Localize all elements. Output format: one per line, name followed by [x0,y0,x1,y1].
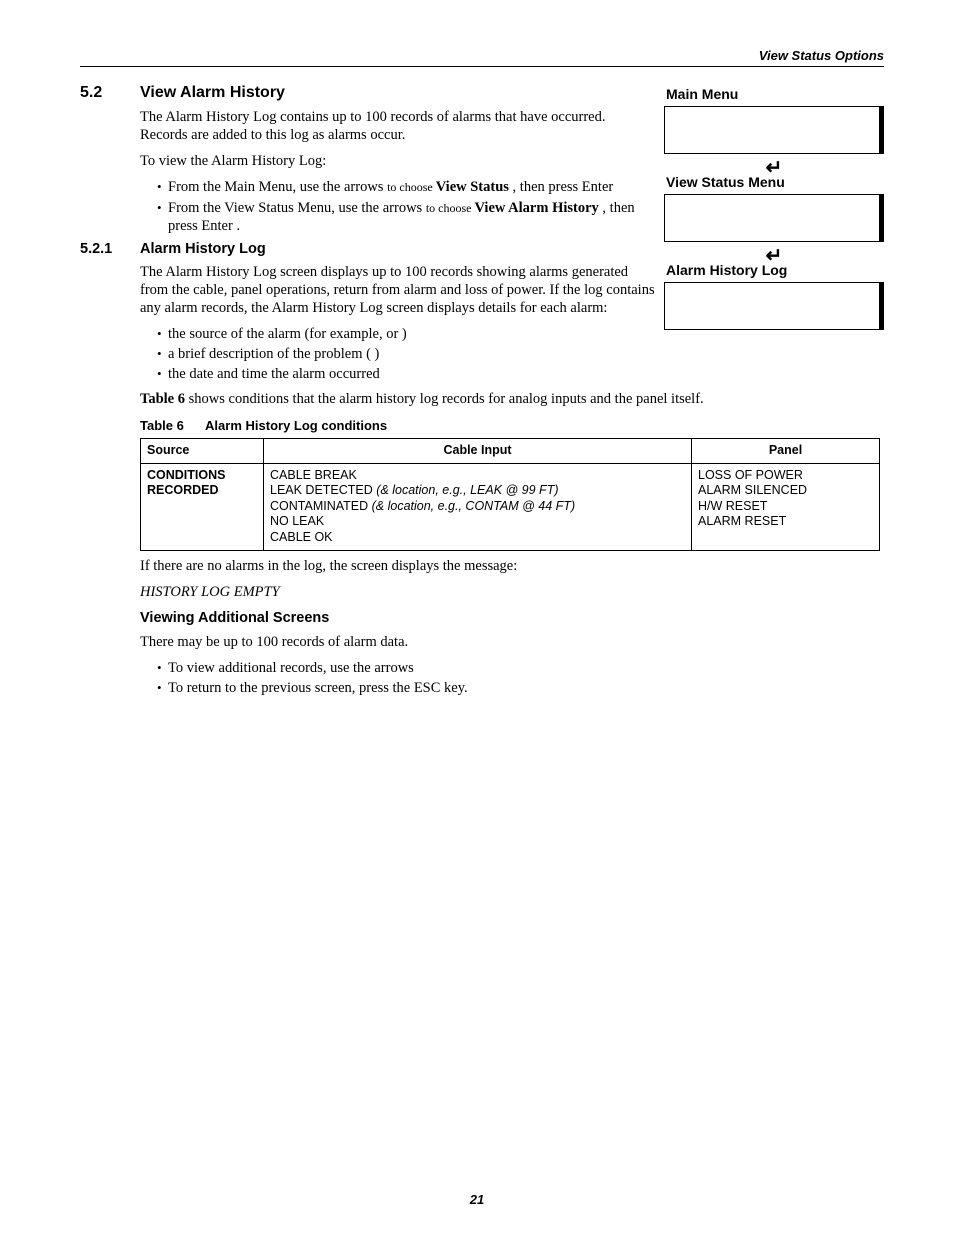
subsection-heading: 5.2.1 Alarm History Log [80,241,656,257]
header-rule [80,66,884,67]
text: CONDITIONS RECORDED [147,468,225,498]
section-title: View Alarm History [140,84,285,102]
subheading: Viewing Additional Screens [140,609,884,627]
text: ALARM SILENCED [698,483,807,497]
label-view-status-menu: View Status Menu [666,174,884,190]
page-number: 21 [0,1192,954,1207]
td-cable-input: CABLE BREAK LEAK DETECTED (& location, e… [264,463,692,550]
text: to choose [387,180,436,194]
table-row: CONDITIONS RECORDED CABLE BREAK LEAK DET… [141,463,880,550]
text: (& location, e.g., CONTAM @ 44 FT) [372,499,575,513]
running-header: View Status Options [759,48,884,63]
text: From the View Status Menu, use the arrow… [168,200,426,216]
text: CONTAMINATED [270,499,372,513]
text: H/W RESET [698,499,767,513]
table-row: Source Cable Input Panel [141,438,880,463]
subsection-title: Alarm History Log [140,241,266,257]
td-source: CONDITIONS RECORDED [141,463,264,550]
section-heading: 5.2 View Alarm History [80,84,656,102]
text: ALARM RESET [698,514,786,528]
list-item: a brief description of the problem ( ) [168,345,884,363]
caption-number: Table 6 [140,418,184,433]
text: LEAK DETECTED [270,483,376,497]
text: LOSS OF POWER [698,468,803,482]
menu-choice: View Alarm History [474,200,598,216]
th-cable-input: Cable Input [264,438,692,463]
th-source: Source [141,438,264,463]
th-panel: Panel [692,438,880,463]
section-number: 5.2 [80,84,140,102]
text: CABLE OK [270,530,333,544]
subsection-number: 5.2.1 [80,241,140,257]
text: to choose [426,201,475,215]
paragraph: There may be up to 100 records of alarm … [140,633,884,651]
text: (& location, e.g., LEAK @ 99 FT) [376,483,558,497]
lcd-main-menu [664,106,884,154]
list-item: To view additional records, use the arro… [168,659,884,677]
paragraph: Table 6 shows conditions that the alarm … [140,390,884,408]
menu-choice: View Status [436,179,509,195]
lcd-view-status [664,194,884,242]
empty-message: HISTORY LOG EMPTY [140,583,884,601]
list-item: To return to the previous screen, press … [168,679,884,697]
label-alarm-history-log: Alarm History Log [666,262,884,278]
conditions-table: Source Cable Input Panel CONDITIONS RECO… [140,438,880,551]
table-ref: Table 6 [140,391,185,407]
lcd-alarm-history [664,282,884,330]
text: NO LEAK [270,514,324,528]
text: From the Main Menu, use the arrows [168,179,387,195]
list-item: the date and time the alarm occurred [168,365,884,383]
text: , then press Enter [513,179,614,195]
table-caption: Table 6 Alarm History Log conditions [140,418,884,434]
text: shows conditions that the alarm history … [189,391,704,407]
nav-illustration: Main Menu ↵ View Status Menu ↵ Alarm His… [664,86,884,336]
text: CABLE BREAK [270,468,357,482]
caption-title: Alarm History Log conditions [205,418,387,433]
paragraph: If there are no alarms in the log, the s… [140,557,884,575]
td-panel: LOSS OF POWER ALARM SILENCED H/W RESET A… [692,463,880,550]
label-main-menu: Main Menu [666,86,884,102]
